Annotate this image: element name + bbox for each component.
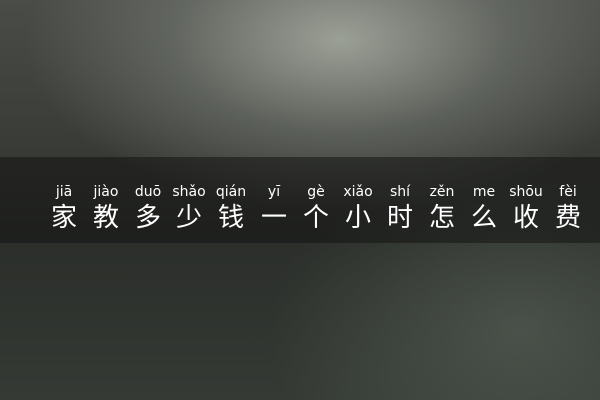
hanzi-8: 小	[344, 203, 371, 233]
title-row: jiā 家 jiào 教 duō 多 shǎo 少 qián 钱 yī 一 gè…	[0, 0, 600, 400]
hanzi-7: 个	[302, 203, 329, 233]
hanzi-9: 时	[386, 203, 413, 233]
hanzi-11: 么	[470, 203, 497, 233]
pinyin-3: duō	[134, 184, 162, 200]
hanzi-5: 钱	[217, 203, 244, 233]
hanzi-12: 收	[512, 203, 539, 233]
hanzi-1: 家	[50, 203, 77, 233]
pinyin-10: zěn	[429, 184, 455, 200]
hanzi-10: 怎	[428, 203, 455, 233]
pinyin-11: me	[472, 184, 496, 200]
pinyin-7: gè	[307, 184, 325, 200]
pinyin-1: jiā	[55, 184, 73, 200]
pinyin-9: shí	[389, 184, 411, 200]
pinyin-6: yī	[267, 184, 281, 200]
pinyin-5: qián	[215, 184, 247, 200]
pinyin-13: fèi	[559, 184, 577, 200]
pinyin-12: shōu	[509, 184, 543, 200]
pinyin-2: jiào	[93, 184, 119, 200]
hanzi-13: 费	[554, 203, 581, 233]
pinyin-8: xiǎo	[343, 184, 373, 200]
hanzi-2: 教	[92, 203, 119, 233]
hanzi-4: 少	[175, 203, 202, 233]
hanzi-3: 多	[134, 203, 161, 233]
hanzi-6: 一	[260, 203, 287, 233]
pinyin-4: shǎo	[172, 184, 206, 200]
